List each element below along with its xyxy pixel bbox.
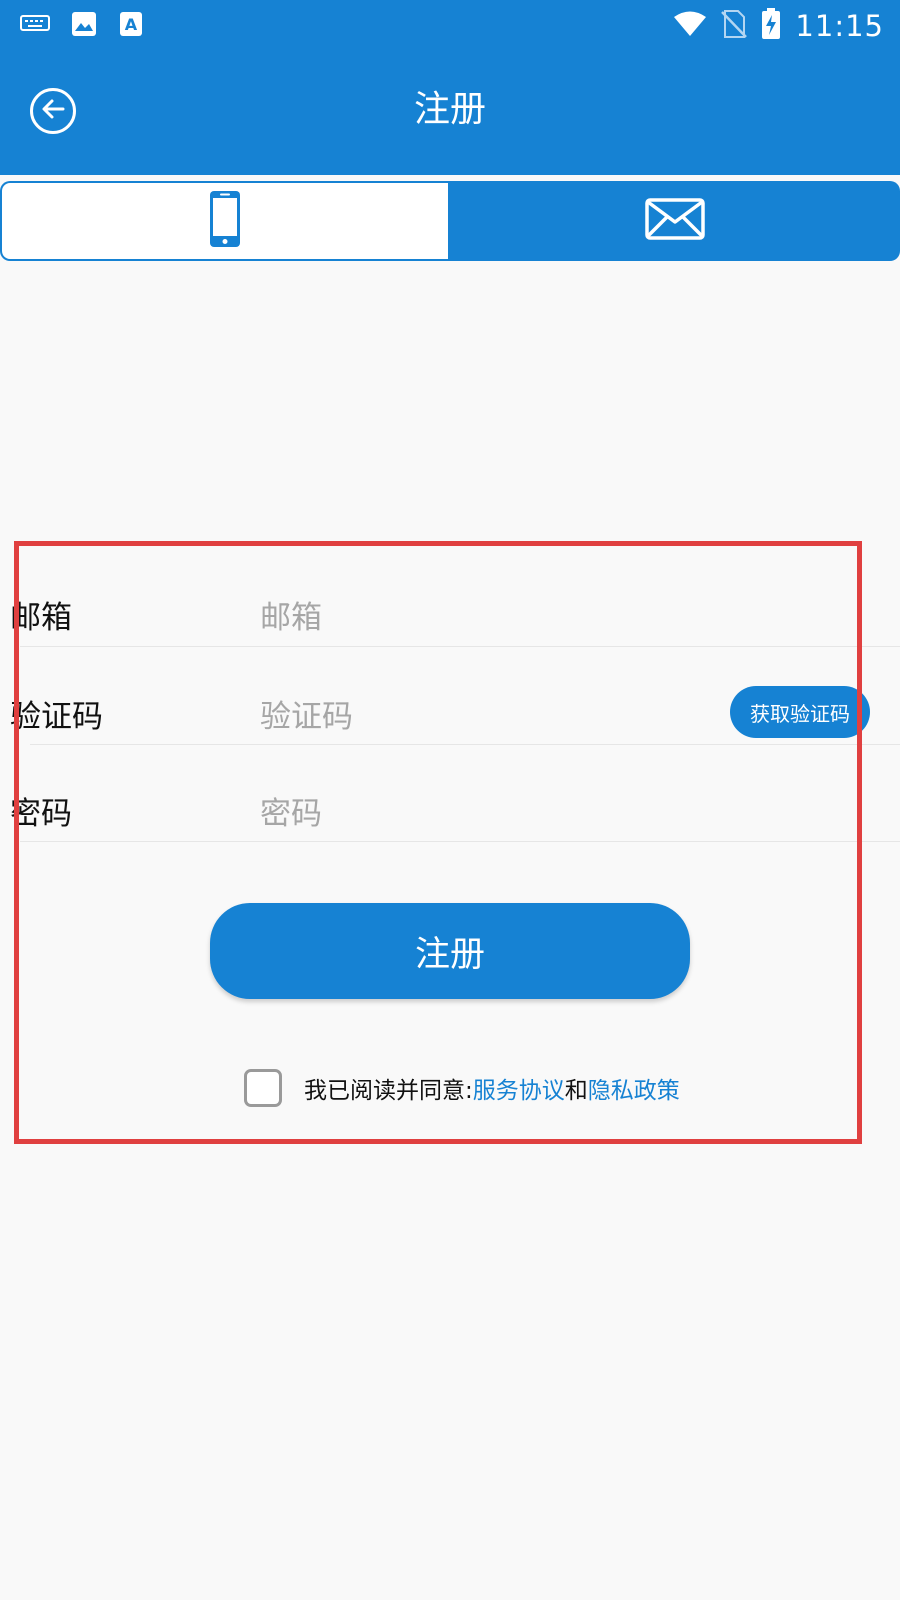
tab-email[interactable]: [450, 181, 900, 261]
code-input[interactable]: [260, 695, 700, 739]
password-input[interactable]: [260, 792, 710, 836]
agreement-and: 和: [564, 1078, 588, 1104]
service-agreement-link[interactable]: 服务协议: [473, 1078, 565, 1104]
phone-icon: [209, 190, 241, 252]
app-toolbar: 注册: [0, 50, 900, 175]
image-icon: [70, 10, 98, 42]
get-code-button[interactable]: 获取验证码: [730, 686, 870, 738]
status-time: 11:15: [795, 9, 884, 43]
tab-phone[interactable]: [2, 183, 448, 259]
battery-charging-icon: [761, 8, 781, 44]
no-sim-icon: [721, 9, 748, 43]
code-divider: [30, 744, 900, 745]
email-label: 邮箱: [10, 600, 72, 636]
email-input[interactable]: [260, 596, 710, 640]
agree-checkbox[interactable]: [244, 1069, 282, 1107]
svg-text:A: A: [125, 15, 138, 34]
code-label: 验证码: [10, 699, 103, 735]
page-title: 注册: [413, 89, 486, 130]
email-row: 邮箱: [0, 596, 900, 648]
register-button[interactable]: 注册: [210, 903, 690, 999]
agreement-text: 我已阅读并同意:服务协议和隐私政策: [304, 1071, 680, 1105]
password-divider: [20, 841, 900, 842]
status-bar: A 11:15: [0, 0, 900, 50]
email-divider: [20, 646, 900, 647]
password-label: 密码: [10, 796, 72, 832]
register-method-tabs: [0, 181, 900, 261]
privacy-policy-link[interactable]: 隐私政策: [588, 1078, 680, 1104]
password-row: 密码: [0, 792, 900, 844]
text-a-icon: A: [118, 10, 144, 42]
agreement-row: 我已阅读并同意:服务协议和隐私政策: [244, 1067, 680, 1109]
agreement-prefix: 我已阅读并同意:: [304, 1078, 473, 1104]
mail-icon: [645, 198, 705, 244]
wifi-icon: [673, 10, 707, 42]
keyboard-icon: [20, 14, 50, 38]
